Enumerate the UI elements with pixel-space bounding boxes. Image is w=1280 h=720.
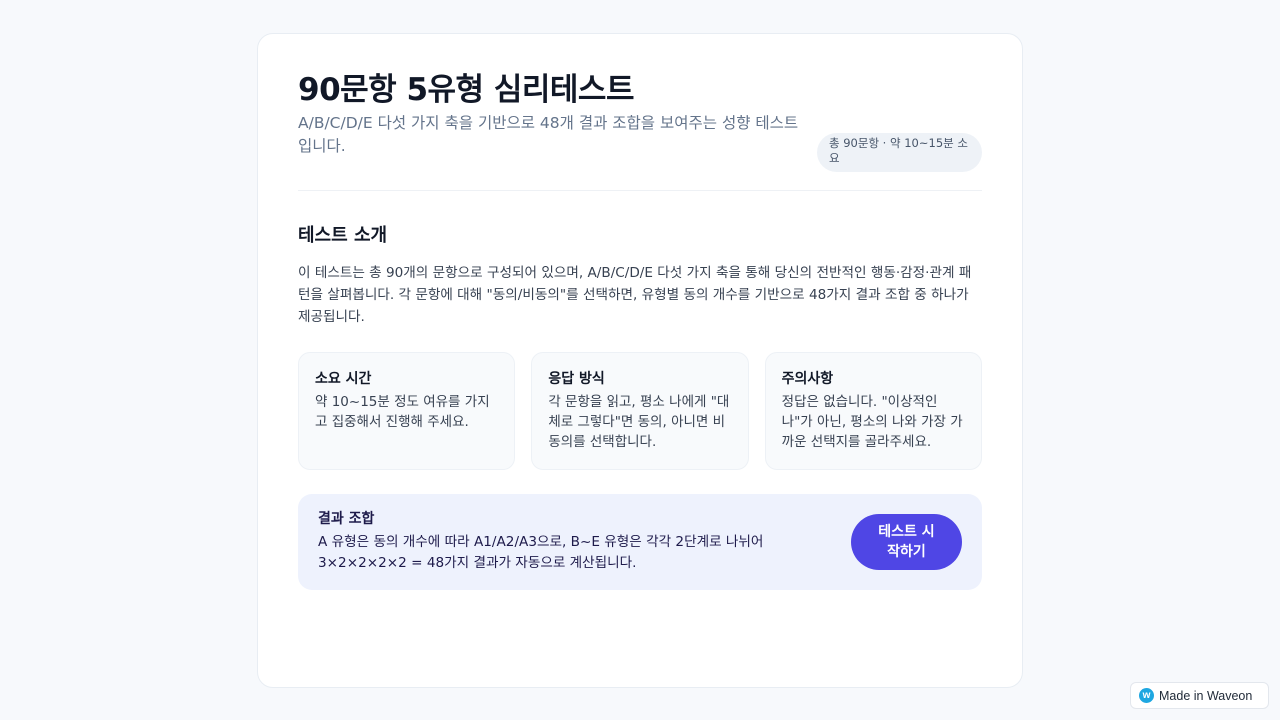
info-card-notice: 주의사항 정답은 없습니다. "이상적인 나"가 아닌, 평소의 나와 가장 가… <box>764 352 982 470</box>
section-title-intro: 테스트 소개 <box>298 225 388 246</box>
info-card-response: 응답 방식 각 문항을 읽고, 평소 나에게 "대체로 그렇다"면 동의, 아니… <box>531 352 749 470</box>
info-cards: 소요 시간 약 10~15분 정도 여유를 가지고 집중해서 진행해 주세요. … <box>298 352 982 470</box>
result-title: 결과 조합 <box>318 511 375 527</box>
duration-badge: 총 90문항 · 약 10~15분 소요 <box>817 133 982 172</box>
result-panel: 결과 조합 A 유형은 동의 개수에 따라 A1/A2/A3으로, B~E 유형… <box>298 494 982 590</box>
info-card-title: 주의사항 <box>781 371 834 387</box>
info-card-text: 정답은 없습니다. "이상적인 나"가 아닌, 평소의 나와 가장 가까운 선택… <box>781 394 963 450</box>
info-card-text: 각 문항을 읽고, 평소 나에게 "대체로 그렇다"면 동의, 아니면 비동의를… <box>548 394 730 450</box>
info-card-text: 약 10~15분 정도 여유를 가지고 집중해서 진행해 주세요. <box>315 394 490 430</box>
result-text: A 유형은 동의 개수에 따라 A1/A2/A3으로, B~E 유형은 각각 2… <box>318 534 764 571</box>
waveon-label: Made in Waveon <box>1159 688 1253 703</box>
header: 90문항 5유형 심리테스트 A/B/C/D/E 다섯 가지 축을 기반으로 4… <box>298 70 982 172</box>
made-in-waveon-badge[interactable]: w Made in Waveon <box>1130 682 1269 709</box>
divider <box>298 190 982 191</box>
header-text: 90문항 5유형 심리테스트 A/B/C/D/E 다섯 가지 축을 기반으로 4… <box>298 70 810 158</box>
page-subtitle: A/B/C/D/E 다섯 가지 축을 기반으로 48개 결과 조합을 보여주는 … <box>298 114 799 155</box>
info-card-duration: 소요 시간 약 10~15분 정도 여유를 가지고 집중해서 진행해 주세요. <box>298 352 516 470</box>
intro-text: 이 테스트는 총 90개의 문항으로 구성되어 있으며, A/B/C/D/E 다… <box>298 265 972 325</box>
start-test-button[interactable]: 테스트 시작하기 <box>851 514 962 570</box>
info-card-title: 소요 시간 <box>315 371 372 387</box>
result-info: 결과 조합 A 유형은 동의 개수에 따라 A1/A2/A3으로, B~E 유형… <box>318 509 798 574</box>
waveon-logo-icon: w <box>1139 688 1154 703</box>
main-card: 90문항 5유형 심리테스트 A/B/C/D/E 다섯 가지 축을 기반으로 4… <box>257 33 1023 688</box>
page-title: 90문항 5유형 심리테스트 <box>298 72 634 108</box>
info-card-title: 응답 방식 <box>548 371 605 387</box>
